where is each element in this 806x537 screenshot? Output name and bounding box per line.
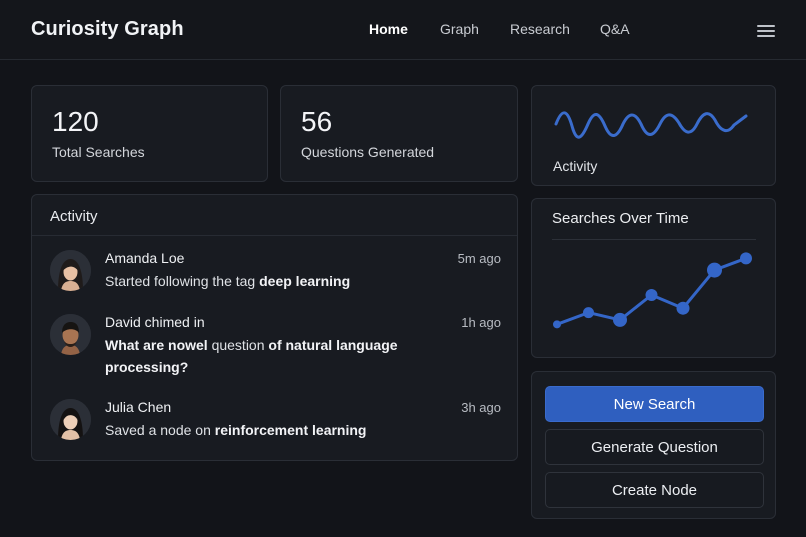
activity-description: Started following the tag deep learning bbox=[105, 273, 351, 289]
activity-sparkline bbox=[554, 111, 748, 139]
activity-description: Saved a node on reinforcement learning bbox=[105, 422, 367, 438]
actions-card: New Search Generate Question Create Node bbox=[531, 371, 776, 519]
app-title: Curiosity Graph bbox=[31, 18, 184, 40]
nav-qa[interactable]: Q&A bbox=[600, 21, 630, 37]
activity-timestamp: 5m ago bbox=[457, 251, 501, 266]
activity-item: Julia Chen 3h ago Saved a node on reinfo… bbox=[50, 399, 501, 444]
avatar bbox=[50, 250, 91, 291]
activity-header: Activity bbox=[32, 195, 517, 236]
create-node-button[interactable]: Create Node bbox=[545, 472, 764, 508]
stat-value: 120 bbox=[52, 106, 99, 137]
avatar bbox=[50, 399, 91, 440]
stat-value: 56 bbox=[301, 106, 333, 137]
activity-description: What are nowel question of natural langu… bbox=[105, 337, 398, 375]
activity-title: Activity bbox=[50, 208, 98, 225]
activity-user-name: Amanda Loe bbox=[105, 250, 185, 266]
activity-mini-label: Activity bbox=[553, 158, 598, 174]
stat-card-questions-generated: 56 Questions Generated bbox=[280, 85, 518, 182]
data-point bbox=[707, 262, 722, 278]
new-search-button[interactable]: New Search bbox=[545, 386, 764, 422]
searches-line-chart bbox=[553, 252, 752, 329]
data-point bbox=[645, 289, 658, 301]
top-bar: Curiosity Graph Home Graph Research Q&A bbox=[0, 0, 806, 60]
stat-card-total-searches: 120 Total Searches bbox=[31, 85, 268, 182]
activity-user-name: David chimed in bbox=[105, 314, 205, 330]
activity-timestamp: 3h ago bbox=[461, 400, 501, 415]
activity-timestamp: 1h ago bbox=[461, 315, 501, 330]
nav-home[interactable]: Home bbox=[369, 21, 408, 37]
activity-user-name: Julia Chen bbox=[105, 399, 172, 415]
searches-chart-card: Searches Over Time bbox=[531, 198, 776, 358]
hamburger-menu-icon[interactable] bbox=[756, 22, 776, 38]
activity-item: Amanda Loe 5m ago Started following the … bbox=[50, 250, 501, 295]
generate-question-button[interactable]: Generate Question bbox=[545, 429, 764, 465]
nav-graph[interactable]: Graph bbox=[440, 21, 479, 37]
data-point bbox=[676, 301, 690, 315]
data-point bbox=[553, 320, 561, 329]
activity-mini-card: Activity bbox=[531, 85, 776, 186]
avatar bbox=[50, 314, 91, 355]
activity-feed: Activity Amanda Loe 5m ago Started follo… bbox=[31, 194, 518, 461]
data-point bbox=[613, 312, 627, 327]
activity-item: David chimed in 1h ago What are nowel qu… bbox=[50, 314, 501, 384]
data-point bbox=[740, 252, 752, 265]
nav-research[interactable]: Research bbox=[510, 21, 570, 37]
stat-label: Questions Generated bbox=[301, 144, 435, 160]
stat-label: Total Searches bbox=[52, 144, 145, 160]
data-point bbox=[583, 307, 594, 319]
